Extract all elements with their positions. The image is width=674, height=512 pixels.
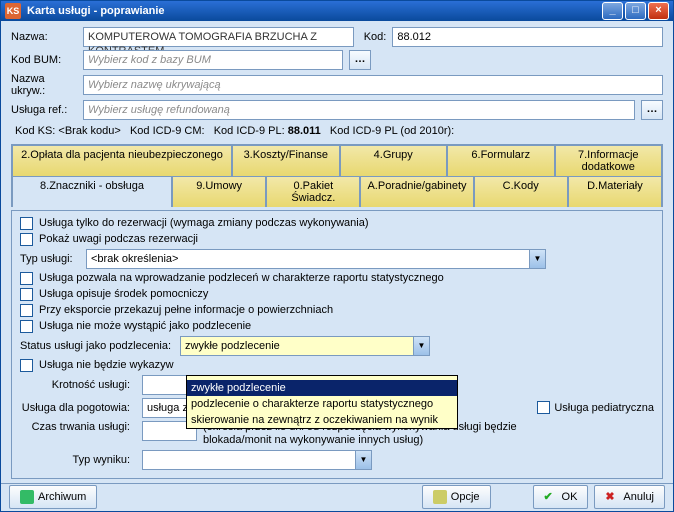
chevron-down-icon: ▼ (413, 337, 429, 355)
footer: Archiwum Opcje ✔OK ✖Anuluj (1, 483, 673, 511)
czas-label: Czas trwania usługi: (20, 421, 130, 433)
krot-label: Krotność usługi: (20, 379, 130, 391)
pogo-label: Usługa dla pogotowia: (20, 402, 130, 414)
tab-umowy[interactable]: 9.Umowy (172, 176, 266, 207)
minimize-button[interactable]: _ (602, 2, 623, 20)
tab-koszty[interactable]: 3.Koszty/Finanse (232, 145, 340, 176)
cancel-icon: ✖ (605, 490, 619, 504)
chk-eksport[interactable] (20, 304, 33, 317)
uslref-pick-button[interactable]: … (641, 100, 663, 120)
wynik-label: Typ wyniku: (20, 454, 130, 466)
nazwaukr-input[interactable]: Wybierz nazwę ukrywającą (83, 75, 663, 95)
nazwa-label: Nazwa: (11, 31, 77, 43)
uslref-label: Usługa ref.: (11, 104, 77, 116)
chevron-down-icon: ▼ (529, 250, 545, 268)
chk-pediatr[interactable] (537, 401, 550, 414)
tab-formularz[interactable]: 6.Formularz (447, 145, 555, 176)
tab-kody[interactable]: C.Kody (474, 176, 568, 207)
status-option-zwykle[interactable]: zwykłe podzlecenie (187, 380, 457, 396)
check-icon: ✔ (544, 490, 558, 504)
titlebar: KS Karta usługi - poprawianie _ □ × (1, 1, 673, 21)
tab-znaczniki[interactable]: 8.Znaczniki - obsługa (12, 176, 172, 207)
chk-podzlecenia[interactable] (20, 272, 33, 285)
typ-label: Typ usługi: (20, 253, 80, 265)
status-option-raport[interactable]: podzlecenie o charakterze raportu statys… (187, 396, 457, 412)
ok-button[interactable]: ✔OK (533, 485, 589, 509)
options-icon (433, 490, 447, 504)
chk-srodek[interactable] (20, 288, 33, 301)
chk-niewykaz[interactable] (20, 359, 33, 372)
status-dropdown[interactable]: zwykłe podzlecenie podzlecenie o charakt… (186, 375, 458, 429)
kodbum-input[interactable]: Wybierz kod z bazy BUM (83, 50, 343, 70)
chk-uwagi[interactable] (20, 233, 33, 246)
kodbum-label: Kod BUM: (11, 54, 77, 66)
chevron-down-icon: ▼ (355, 451, 371, 469)
opcje-button[interactable]: Opcje (422, 485, 491, 509)
archiwum-button[interactable]: Archiwum (9, 485, 97, 509)
tab-grupy[interactable]: 4.Grupy (340, 145, 448, 176)
tab-panel: Usługa tylko do rezerwacji (wymaga zmian… (11, 210, 663, 479)
anuluj-button[interactable]: ✖Anuluj (594, 485, 665, 509)
maximize-button[interactable]: □ (625, 2, 646, 20)
nazwaukr-label: Nazwa ukryw.: (11, 73, 77, 97)
status-select[interactable]: zwykłe podzlecenie▼ (180, 336, 430, 356)
tabs: 2.Opłata dla pacjenta nieubezpieczonego … (11, 144, 663, 207)
typ-select[interactable]: <brak określenia>▼ (86, 249, 546, 269)
tab-poradnie[interactable]: A.Poradnie/gabinety (360, 176, 473, 207)
chk-niepodzl[interactable] (20, 320, 33, 333)
chk-rezerwacja[interactable] (20, 217, 33, 230)
archive-icon (20, 490, 34, 504)
close-button[interactable]: × (648, 2, 669, 20)
app-icon: KS (5, 3, 21, 19)
kodbum-pick-button[interactable]: … (349, 50, 371, 70)
tab-informacje[interactable]: 7.Informacje dodatkowe (555, 145, 663, 176)
window: KS Karta usługi - poprawianie _ □ × Nazw… (0, 0, 674, 512)
kod-summary: Kod KS: <Brak kodu> Kod ICD-9 CM: Kod IC… (11, 123, 663, 141)
status-label: Status usługi jako podzlecenia: (20, 340, 180, 352)
wynik-select[interactable]: ▼ (142, 450, 372, 470)
kod-input[interactable]: 88.012 (392, 27, 663, 47)
window-title: Karta usługi - poprawianie (27, 5, 600, 17)
uslref-input[interactable]: Wybierz usługę refundowaną (83, 100, 635, 120)
status-option-skierowanie[interactable]: skierowanie na zewnątrz z oczekiwaniem n… (187, 412, 457, 428)
tab-oplata[interactable]: 2.Opłata dla pacjenta nieubezpieczonego (12, 145, 232, 176)
kod-label: Kod: (364, 31, 387, 43)
tab-pakiet[interactable]: 0.Pakiet Świadcz. (266, 176, 360, 207)
tab-materialy[interactable]: D.Materiały (568, 176, 662, 207)
nazwa-input[interactable]: KOMPUTEROWA TOMOGRAFIA BRZUCHA Z KONTRAS… (83, 27, 354, 47)
